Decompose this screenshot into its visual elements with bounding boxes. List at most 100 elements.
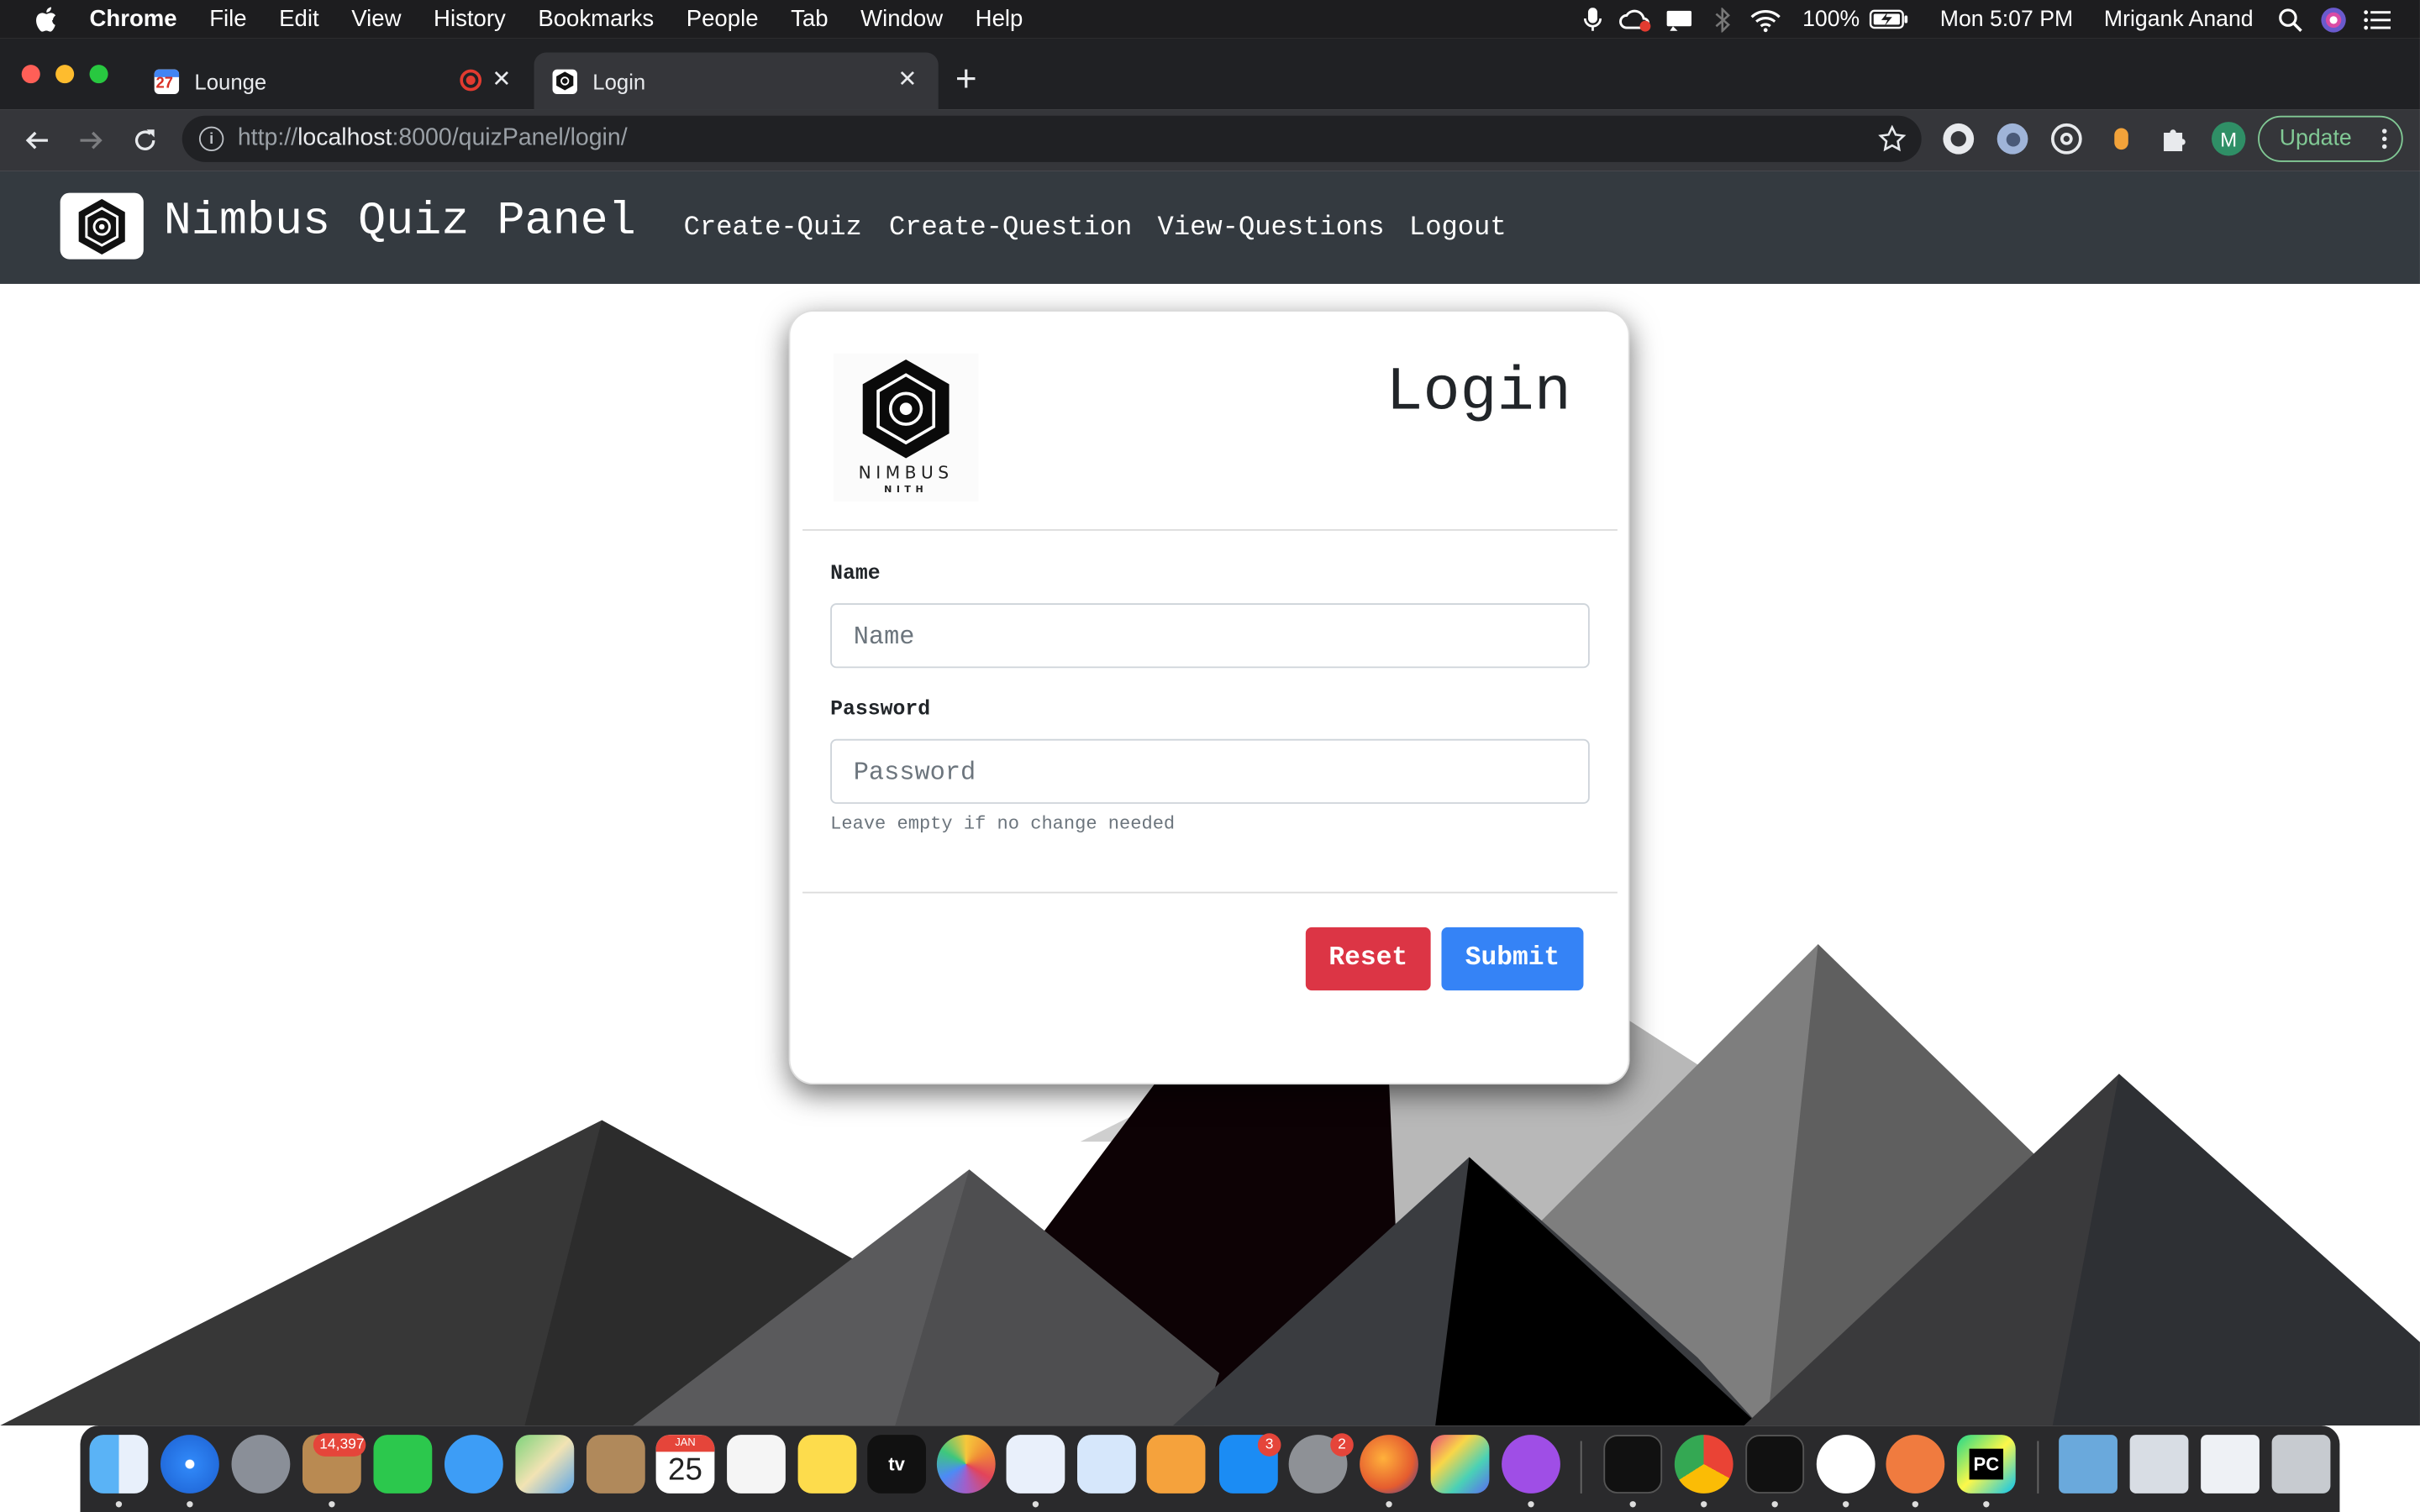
window-close-button[interactable] <box>21 65 40 84</box>
card-footer-divider <box>802 891 1618 894</box>
postman-icon[interactable] <box>1886 1435 1945 1494</box>
url-scheme: http:// <box>237 124 298 151</box>
brand-logo-icon[interactable] <box>60 192 144 260</box>
pycharm-icon[interactable]: PC <box>1956 1435 2016 1494</box>
site-info-icon[interactable]: i <box>198 126 224 151</box>
activity-monitor-icon[interactable] <box>1603 1435 1663 1494</box>
creative-cloud-icon[interactable] <box>1614 0 1657 39</box>
postman-running-dot <box>1912 1501 1919 1508</box>
site-brand[interactable]: Nimbus Quiz Panel <box>164 192 636 253</box>
numbers-icon[interactable] <box>1006 1435 1065 1494</box>
notes-icon[interactable] <box>797 1435 857 1494</box>
nav-create-quiz[interactable]: Create-Quiz <box>684 212 862 245</box>
firefox-running-dot <box>1386 1501 1392 1508</box>
control-center-icon[interactable] <box>2355 0 2398 39</box>
launchpad-icon[interactable] <box>231 1435 291 1494</box>
forward-arrow-icon[interactable] <box>74 123 108 157</box>
color-picker-icon[interactable] <box>1430 1435 1490 1494</box>
activity-monitor-running-dot <box>1629 1501 1636 1508</box>
address-bar[interactable]: i http://localhost:8000/quizPanel/login/ <box>182 115 1922 162</box>
apple-menu-icon[interactable] <box>34 7 67 32</box>
app-store-badge: 3 <box>1257 1433 1281 1457</box>
dock-separator <box>1580 1441 1582 1494</box>
spotlight-search-icon[interactable] <box>2269 0 2312 39</box>
downloads-stack-icon[interactable] <box>2059 1435 2118 1494</box>
numbers-running-dot <box>1032 1501 1039 1508</box>
menu-tab[interactable]: Tab <box>791 6 828 32</box>
extension-two-icon[interactable] <box>1996 123 2028 155</box>
keynote-icon[interactable] <box>1077 1435 1136 1494</box>
nav-logout[interactable]: Logout <box>1409 212 1507 245</box>
update-button[interactable]: Update <box>2258 115 2403 162</box>
extension-one-icon[interactable] <box>1943 123 1975 155</box>
siri-icon[interactable] <box>2312 0 2354 39</box>
extension-three-icon[interactable] <box>2050 123 2082 155</box>
microphone-icon[interactable] <box>1571 0 1614 39</box>
mail-badge: 14,397 <box>313 1433 366 1457</box>
password-input[interactable] <box>830 738 1590 804</box>
pages-icon[interactable] <box>1146 1435 1206 1494</box>
menu-history[interactable]: History <box>434 6 506 32</box>
tab-lounge-favicon-day: 27 <box>155 75 173 92</box>
user-name[interactable]: Mrigank Anand <box>2104 7 2254 31</box>
menu-help[interactable]: Help <box>976 6 1023 32</box>
documents-stack-icon[interactable] <box>2201 1435 2260 1494</box>
recording-indicator-icon <box>460 69 482 92</box>
pycharm-running-dot <box>1983 1501 1990 1508</box>
new-tab-icon[interactable]: + <box>955 61 977 98</box>
nav-view-questions[interactable]: View-Questions <box>1158 212 1385 245</box>
apple-tv-icon[interactable]: tv <box>867 1435 927 1494</box>
terminal-running-dot <box>1771 1501 1778 1508</box>
menu-edit[interactable]: Edit <box>279 6 318 32</box>
terminal-icon[interactable] <box>1745 1435 1805 1494</box>
submit-button[interactable]: Submit <box>1441 927 1584 991</box>
notification-icon[interactable] <box>1657 0 1700 39</box>
menu-people[interactable]: People <box>687 6 759 32</box>
photos-icon[interactable] <box>936 1435 996 1494</box>
contacts-icon[interactable] <box>586 1435 645 1494</box>
name-input[interactable] <box>830 603 1590 669</box>
calendar-month: JAN <box>655 1435 715 1452</box>
tab-login-close-icon[interactable]: ✕ <box>895 67 919 92</box>
back-arrow-icon[interactable] <box>20 123 54 157</box>
chrome-menu-icon[interactable] <box>2381 128 2387 155</box>
facetime-icon[interactable] <box>373 1435 433 1494</box>
url-path: :8000/quizPanel/login/ <box>392 124 628 151</box>
bluetooth-icon[interactable] <box>1701 0 1744 39</box>
maps-icon[interactable] <box>515 1435 575 1494</box>
profile-avatar[interactable]: M <box>2211 122 2246 156</box>
finder-icon[interactable] <box>89 1435 149 1494</box>
window-minimize-button[interactable] <box>55 65 75 84</box>
menu-window[interactable]: Window <box>860 6 943 32</box>
battery-percent: 100% <box>1802 7 1860 32</box>
menu-app-chrome[interactable]: Chrome <box>90 6 177 32</box>
clock[interactable]: Mon 5:07 PM <box>1940 7 2073 31</box>
battery-icon[interactable] <box>1866 0 1912 39</box>
reset-button[interactable]: Reset <box>1305 927 1431 991</box>
bookmark-star-icon[interactable] <box>1878 124 1907 160</box>
menu-view[interactable]: View <box>351 6 401 32</box>
firefox-icon[interactable] <box>1360 1435 1418 1494</box>
nav-create-question[interactable]: Create-Question <box>889 212 1132 245</box>
podcasts-icon[interactable] <box>1502 1435 1560 1494</box>
calendar-icon[interactable]: JAN 25 <box>655 1435 715 1494</box>
mongodb-icon[interactable] <box>1816 1435 1876 1494</box>
wifi-icon[interactable] <box>1744 0 1786 39</box>
extension-four-icon[interactable] <box>2105 123 2136 155</box>
screenshots-stack-icon[interactable] <box>2129 1435 2189 1494</box>
safari-icon[interactable] <box>160 1435 219 1494</box>
messages-icon[interactable] <box>444 1435 503 1494</box>
extensions-puzzle-icon[interactable] <box>2160 123 2191 155</box>
reload-icon[interactable] <box>128 123 161 157</box>
nimbus-logo-word: NIMBUS <box>858 463 954 483</box>
menu-bookmarks[interactable]: Bookmarks <box>538 6 654 32</box>
trash-icon[interactable] <box>2271 1435 2331 1494</box>
chrome-icon[interactable] <box>1674 1435 1733 1494</box>
tab-lounge[interactable]: 27 Lounge ✕ <box>136 52 529 109</box>
window-zoom-button[interactable] <box>89 65 108 84</box>
tab-lounge-close-icon[interactable]: ✕ <box>489 67 513 92</box>
login-title: Login <box>1386 359 1571 429</box>
menu-file[interactable]: File <box>209 6 246 32</box>
reminders-icon[interactable] <box>727 1435 786 1494</box>
tab-login[interactable]: Login ✕ <box>534 52 939 110</box>
